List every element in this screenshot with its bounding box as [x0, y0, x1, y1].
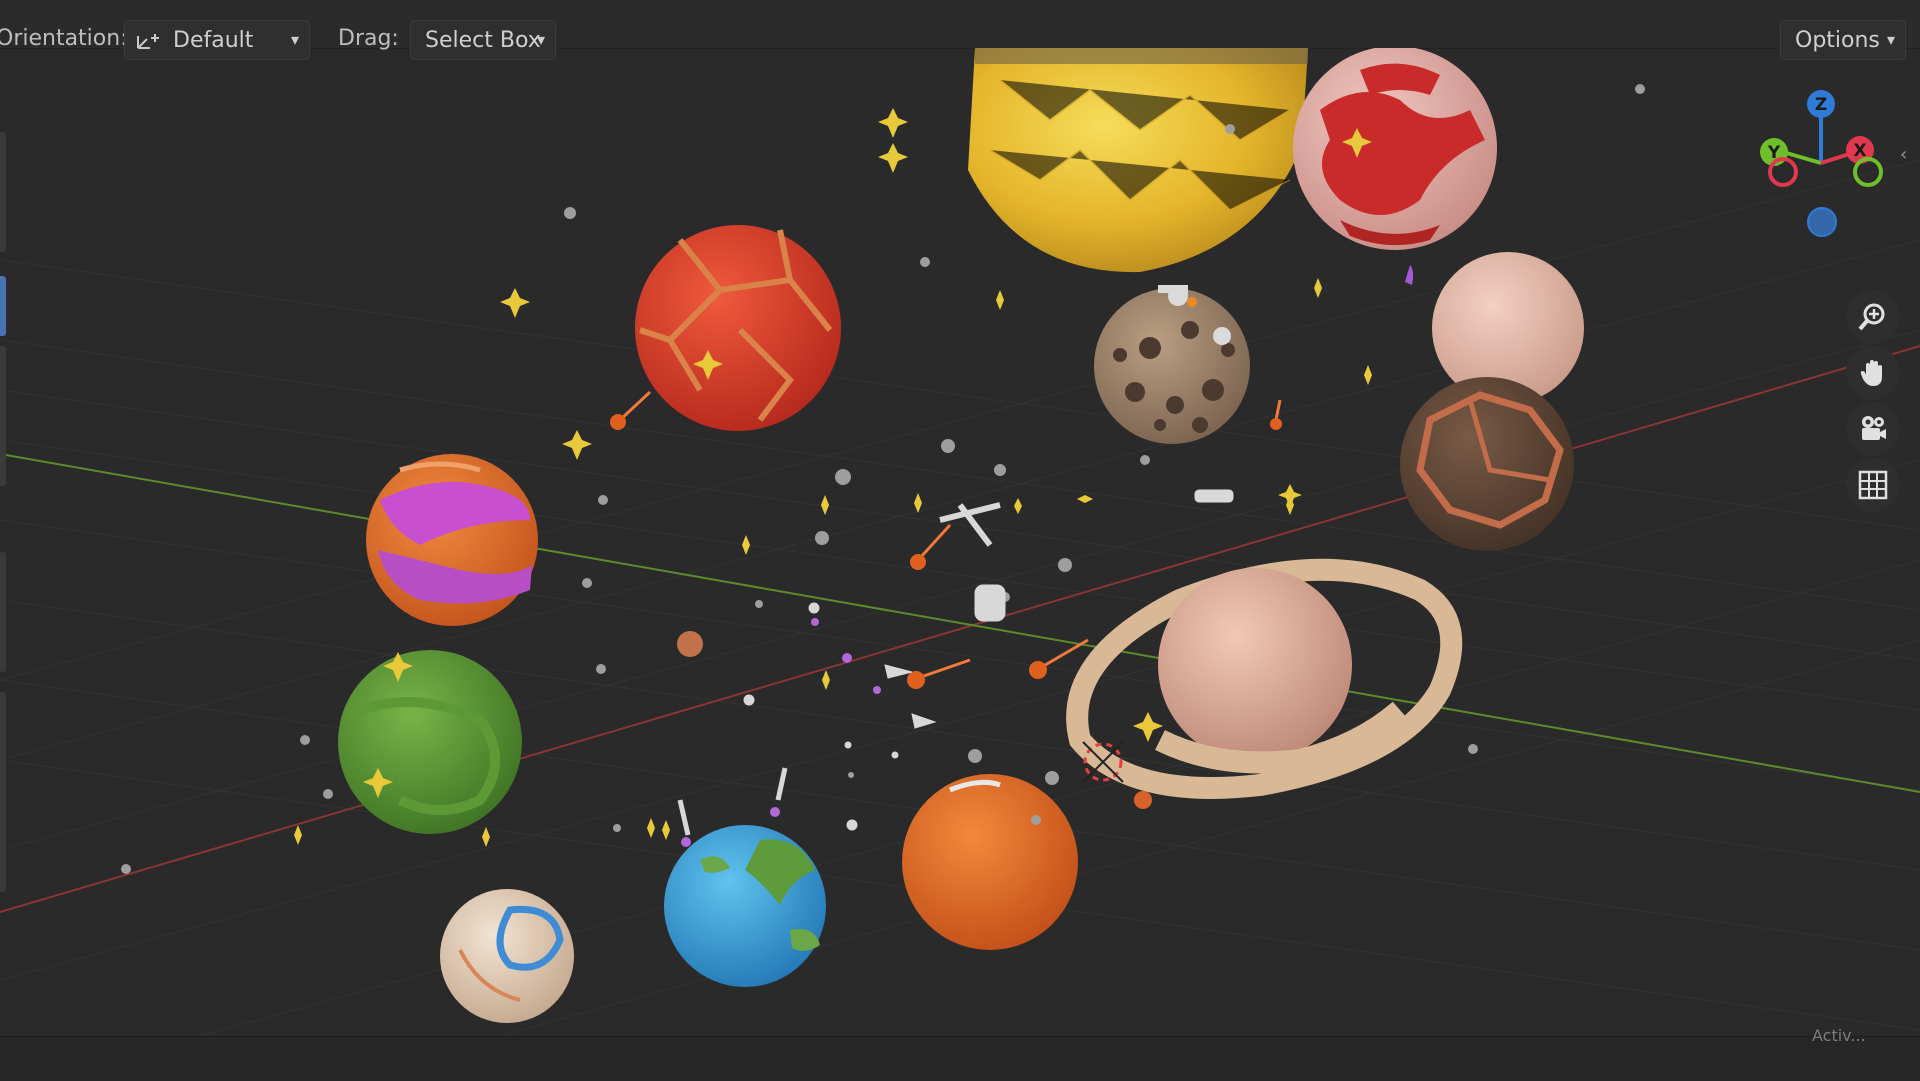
- rocket-trails: [681, 618, 881, 847]
- gizmo-neg-x: [1768, 157, 1798, 187]
- pan-button[interactable]: [1846, 346, 1900, 400]
- navigation-gizmo[interactable]: Z Y X: [1760, 90, 1883, 237]
- red-marble-planet[interactable]: [1293, 48, 1497, 250]
- earth[interactable]: [664, 825, 826, 987]
- hand-pan-icon: [1860, 360, 1882, 386]
- gizmo-z-label: Z: [1815, 95, 1827, 115]
- viewport-scene[interactable]: Z Y X: [0, 48, 1920, 1036]
- cream-planet[interactable]: [440, 889, 574, 1023]
- status-bar: [0, 1036, 1920, 1081]
- toolbar-segment[interactable]: [0, 132, 6, 252]
- toolbar-active-tool[interactable]: [0, 276, 6, 336]
- toolbar-segment[interactable]: [0, 552, 6, 672]
- zoom-button[interactable]: [1846, 290, 1900, 344]
- viewport-header: Orientation: Default ▾ Drag: Select Box …: [0, 0, 1920, 60]
- ortho-toggle-button[interactable]: [1846, 458, 1900, 512]
- toolbar[interactable]: [0, 132, 8, 892]
- ringed-planet[interactable]: [1066, 558, 1463, 799]
- camera-view-button[interactable]: [1846, 402, 1900, 456]
- y-axis-line: [0, 453, 1920, 793]
- sun[interactable]: [968, 48, 1308, 273]
- green-planet[interactable]: [338, 650, 522, 834]
- bottom-hint-text: Activ...: [1812, 1026, 1866, 1045]
- orange-purple-planet[interactable]: [366, 454, 538, 626]
- gizmo-neg-z: [1807, 207, 1837, 237]
- zoom-icon: [1858, 303, 1885, 331]
- red-cracked-planet[interactable]: [635, 225, 841, 431]
- toolbar-segment[interactable]: [0, 346, 6, 486]
- camera-icon: [1862, 416, 1886, 440]
- brown-cracked-planet[interactable]: [1400, 377, 1574, 551]
- 3d-viewport[interactable]: Z Y X ‹: [0, 48, 1920, 1036]
- sidebar-collapse-icon[interactable]: ‹: [1900, 144, 1907, 165]
- toolbar-segment[interactable]: [0, 692, 6, 892]
- grid-ortho-icon: [1858, 470, 1888, 500]
- orange-planet[interactable]: [902, 774, 1078, 950]
- rocky-moon[interactable]: [1094, 285, 1250, 444]
